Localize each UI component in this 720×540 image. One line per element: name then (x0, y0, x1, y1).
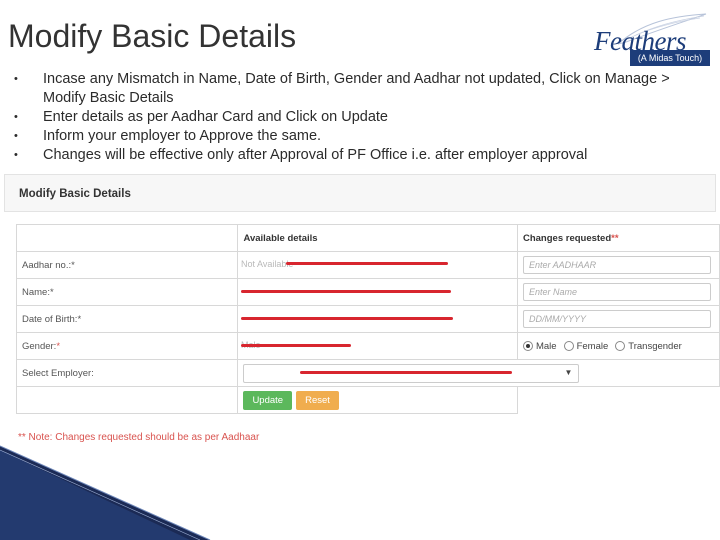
header-changes: Changes requested** (516, 224, 720, 252)
slide-title: Modify Basic Details (8, 18, 297, 54)
aadhar-input[interactable] (522, 256, 711, 274)
dob-label: Date of Birth:* (15, 305, 239, 333)
header-blank (15, 224, 239, 252)
gender-option-male[interactable]: Male (522, 341, 557, 352)
name-input[interactable] (522, 283, 711, 301)
instruction-list: • Incase any Mismatch in Name, Date of Bi… (14, 70, 704, 165)
bullet-icon: • (14, 73, 18, 85)
header-available: Available details (237, 224, 518, 252)
redaction-mark (241, 344, 351, 347)
instruction-item: • Changes will be effective only after Ap… (14, 147, 588, 163)
feathers-logo: Feathers (A Midas Touch) (588, 12, 710, 68)
redaction-mark (286, 262, 448, 265)
radio-icon[interactable] (563, 341, 574, 351)
bullet-icon: • (14, 149, 18, 161)
radio-icon[interactable] (522, 341, 533, 351)
instruction-item: • Inform your employer to Approve the sam… (14, 128, 322, 144)
update-button[interactable]: Update (243, 390, 293, 410)
bullet-icon: • (14, 130, 18, 142)
table-row: Gender:* Male Female Transgender (15, 332, 720, 360)
aadhar-label: Aadhar no.:* (15, 251, 239, 279)
instruction-item: • Enter details as per Aadhar Card and Cl… (14, 109, 388, 125)
slide-decoration (0, 445, 211, 540)
redaction-mark (300, 371, 512, 374)
gender-radio-group: Male Female Transgender (522, 341, 714, 352)
dob-input[interactable] (522, 310, 711, 328)
reset-button[interactable]: Reset (296, 390, 339, 410)
table-header-row: Available details Changes requested** (15, 224, 720, 252)
instruction-item: • Incase any Mismatch in Name, Date of Bi… (14, 71, 670, 106)
table-row: Update Reset (15, 386, 720, 414)
panel-title: Modify Basic Details (19, 188, 131, 200)
gender-option-transgender[interactable]: Transgender (615, 341, 682, 352)
name-label: Name:* (15, 278, 239, 306)
gender-option-female[interactable]: Female (563, 341, 608, 352)
radio-icon[interactable] (615, 341, 626, 351)
chevron-down-icon: ▼ (564, 367, 573, 377)
form-screenshot: Modify Basic Details Available details C… (4, 174, 720, 454)
logo-tagline: (A Midas Touch) (630, 50, 710, 66)
employer-label: Select Employer: (15, 359, 239, 387)
bullet-icon: • (14, 111, 18, 123)
redaction-mark (241, 290, 451, 293)
panel-header: Modify Basic Details (4, 174, 716, 212)
redaction-mark (241, 317, 453, 320)
table-row: Aadhar no.:* (15, 251, 720, 279)
gender-label: Gender:* (15, 332, 239, 360)
